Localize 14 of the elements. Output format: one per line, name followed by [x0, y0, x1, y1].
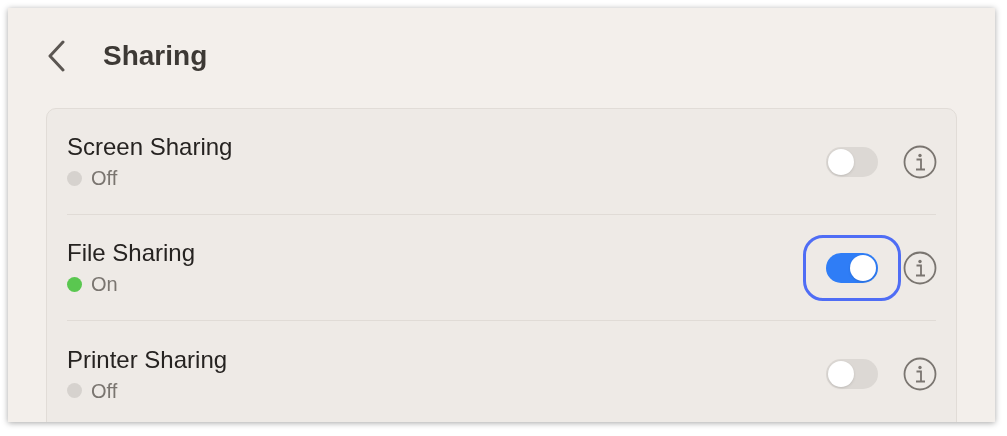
toggle-switch[interactable]	[826, 146, 878, 177]
status-label: Off	[91, 378, 118, 404]
info-icon[interactable]	[903, 357, 937, 391]
status-label: Off	[91, 166, 118, 191]
page-title: Sharing	[103, 39, 208, 73]
info-icon[interactable]	[903, 144, 937, 179]
service-name: Screen Sharing	[67, 132, 234, 162]
back-icon[interactable]	[46, 40, 66, 72]
info-icon[interactable]	[903, 250, 937, 285]
toggle-switch[interactable]	[826, 252, 878, 283]
service-name: Printer Sharing	[67, 344, 229, 375]
toggle-switch[interactable]	[826, 359, 878, 389]
status-label: On	[91, 272, 118, 297]
service-name: File Sharing	[67, 238, 197, 268]
